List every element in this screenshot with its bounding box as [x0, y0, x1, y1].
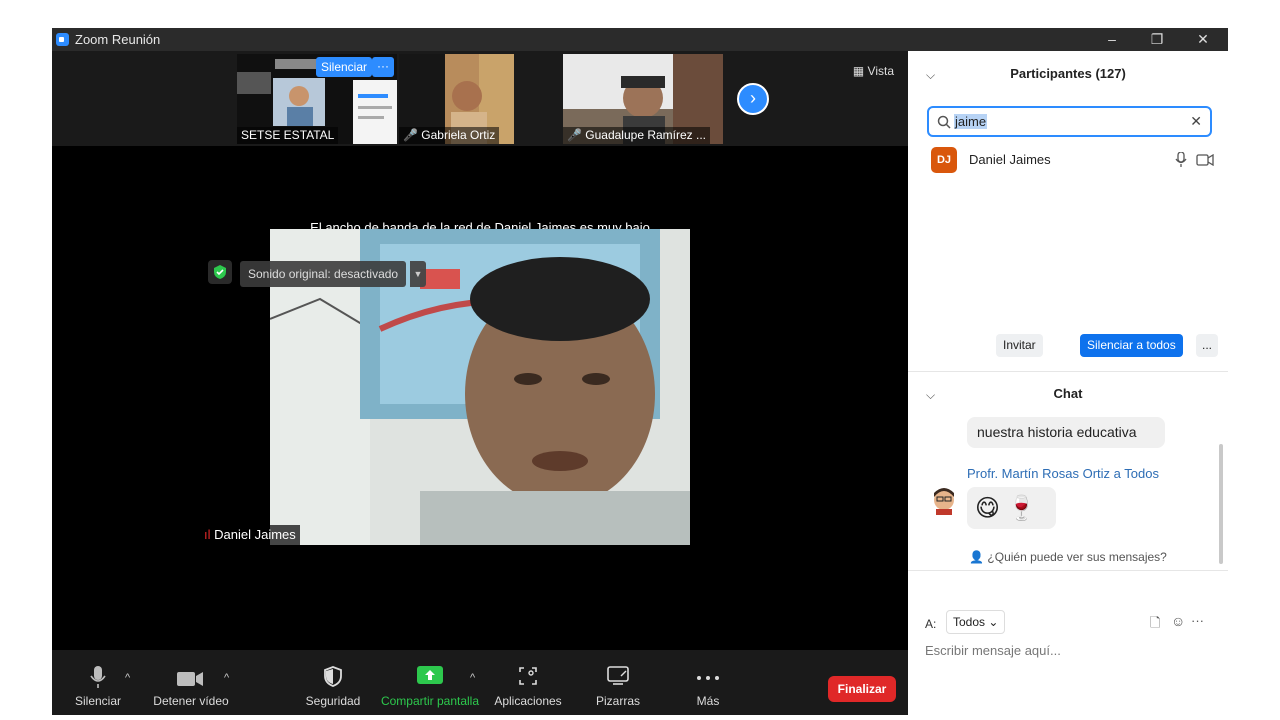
microphone-icon[interactable] — [1175, 152, 1187, 168]
shield-icon — [324, 666, 342, 687]
window-title: Zoom Reunión — [75, 32, 161, 47]
video-camera-icon — [177, 672, 203, 686]
chat-divider — [908, 570, 1228, 571]
title-bar: Zoom Reunión – ❐ ✕ — [52, 28, 1228, 51]
clear-search-icon[interactable]: ✕ — [1190, 113, 1202, 130]
chat-sender: Profr. Martín Rosas Ortiz a Todos — [967, 466, 1159, 481]
thumbnail-name: 🎤 Gabriela Ortiz — [399, 127, 500, 144]
search-value: jaime — [954, 114, 988, 129]
mute-all-button[interactable]: Silenciar a todos — [1080, 334, 1183, 357]
search-icon — [937, 115, 951, 129]
chevron-down-icon: ⌄ — [985, 615, 999, 629]
thumbnail-name: 🎤 Guadalupe Ramírez ... — [563, 127, 711, 144]
emoji-icon[interactable]: ☺ — [1171, 613, 1185, 629]
security-shield-icon — [208, 260, 232, 284]
grid-icon: ▦ — [852, 64, 868, 78]
chat-header: Chat — [1053, 386, 1083, 401]
security-button[interactable]: Seguridad — [302, 650, 364, 715]
recipient-label: A: — [925, 617, 937, 631]
microphone-icon — [90, 666, 106, 688]
apps-icon — [519, 667, 537, 685]
audio-options-caret[interactable]: ^ — [125, 672, 130, 684]
participant-search-input[interactable]: jaime ✕ — [927, 106, 1212, 137]
next-page-button[interactable]: › — [737, 83, 769, 115]
restore-button[interactable]: ❐ — [1134, 28, 1180, 51]
mute-button[interactable]: Silenciar — [70, 650, 126, 715]
sender-avatar — [930, 487, 958, 515]
thumbnail-name: SETSE ESTATAL — [237, 127, 339, 144]
who-can-see-link[interactable]: 👤 ¿Quién puede ver sus mensajes? — [908, 550, 1228, 564]
side-panel: ⌵ Participantes (127) jaime ✕ DJ Daniel … — [908, 51, 1228, 692]
invite-button[interactable]: Invitar — [996, 334, 1043, 357]
more-options-icon[interactable]: ··· — [1191, 613, 1204, 628]
chat-emoji-bubble: 😋 🍷 — [967, 487, 1056, 529]
muted-mic-icon: 🎤 — [567, 128, 586, 142]
zoom-app-icon — [56, 33, 69, 46]
stop-video-button[interactable]: Detener vídeo — [152, 650, 230, 715]
thumbnail-strip: SETSE ESTATAL Silenciar ··· 🎤 Gabriela O… — [52, 51, 908, 146]
recipient-select[interactable]: Todos ⌄ — [946, 610, 1006, 634]
chat-scrollbar[interactable] — [1219, 444, 1223, 564]
avatar: DJ — [931, 147, 957, 173]
more-dots-icon — [697, 676, 719, 680]
thumbnail-gabriela[interactable]: 🎤 Gabriela Ortiz — [399, 54, 514, 144]
panel-divider — [908, 371, 1228, 372]
chat-message-input[interactable]: Escribir mensaje aquí... — [925, 643, 1061, 658]
thumbnail-more-button[interactable]: ··· — [372, 57, 394, 77]
participants-more-button[interactable]: ... — [1196, 334, 1218, 357]
close-window-button[interactable]: ✕ — [1180, 28, 1226, 51]
minimize-button[interactable]: – — [1089, 28, 1135, 51]
speaker-name-label: ıl Daniel Jaimes — [200, 525, 300, 545]
share-options-caret[interactable]: ^ — [470, 672, 475, 684]
share-screen-button[interactable]: Compartir pantalla — [380, 650, 480, 715]
video-options-caret[interactable]: ^ — [224, 672, 229, 684]
person-lock-icon: 👤 — [969, 550, 988, 564]
end-meeting-button[interactable]: Finalizar — [828, 676, 896, 702]
zoom-window: Zoom Reunión – ❐ ✕ SETSE ESTATAL Silenci… — [52, 28, 1228, 715]
apps-button[interactable]: Aplicaciones — [492, 650, 564, 715]
thumbnail-guadalupe[interactable]: 🎤 Guadalupe Ramírez ... — [563, 54, 723, 144]
chat-message-bubble: nuestra historia educativa — [967, 417, 1165, 448]
file-icon[interactable]: 🗋 — [1150, 614, 1160, 636]
original-sound-dropdown[interactable]: ▼ — [410, 261, 426, 287]
muted-mic-icon: 🎤 — [403, 128, 422, 142]
original-sound-toggle[interactable]: Sonido original: desactivado — [240, 261, 407, 287]
view-button[interactable]: ▦ Vista — [847, 61, 900, 81]
whiteboard-icon — [607, 666, 629, 685]
video-camera-icon[interactable] — [1196, 154, 1214, 166]
meeting-toolbar: Silenciar ^ Detener vídeo ^ Seguridad Co… — [52, 650, 908, 715]
whiteboards-button[interactable]: Pizarras — [592, 650, 644, 715]
share-screen-icon — [417, 666, 443, 684]
thumbnail-mute-button[interactable]: Silenciar — [316, 57, 373, 77]
meeting-stage: SETSE ESTATAL Silenciar ··· 🎤 Gabriela O… — [52, 51, 908, 715]
participants-header: Participantes (127) — [1010, 66, 1126, 81]
more-button[interactable]: Más — [688, 650, 728, 715]
signal-bars-icon: ıl — [204, 527, 215, 542]
participant-name: Daniel Jaimes — [969, 152, 1051, 167]
